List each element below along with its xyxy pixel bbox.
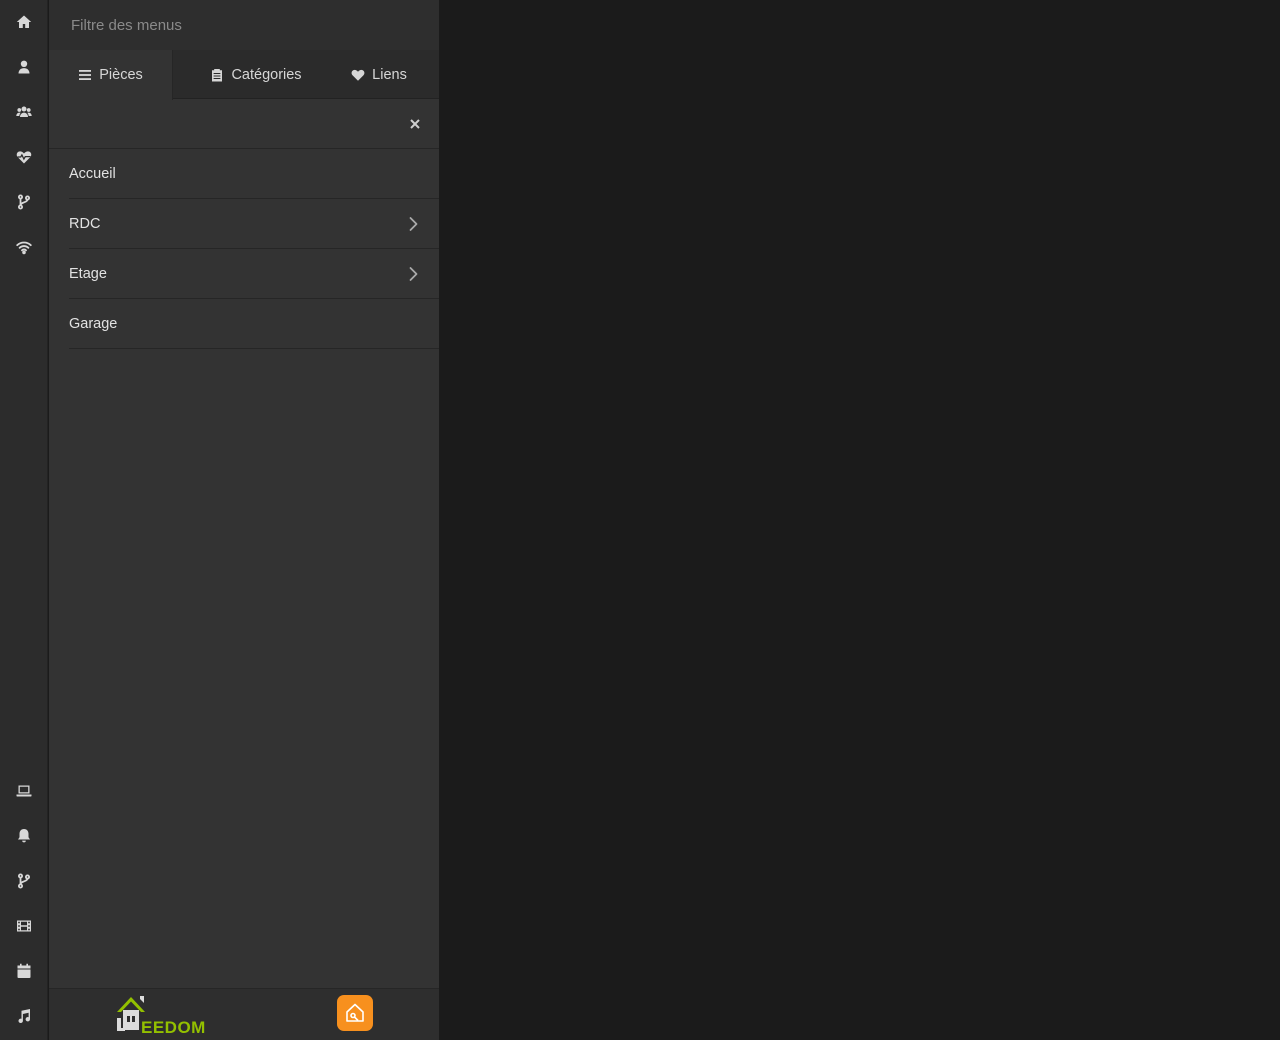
smarthome-app-button[interactable]: [337, 995, 373, 1031]
rail-scenarios-button[interactable]: [0, 180, 48, 224]
room-label: Etage: [69, 265, 107, 282]
rail-display-button[interactable]: [0, 769, 48, 813]
tab-pieces[interactable]: Pièces: [49, 50, 173, 100]
icon-rail: [0, 0, 48, 1040]
tab-pieces-label: Pièces: [99, 67, 143, 83]
room-list: Accueil RDC Etage Garage: [69, 149, 439, 349]
filter-clear-row: [49, 99, 439, 149]
rail-calendar-button[interactable]: [0, 949, 48, 993]
tab-liens[interactable]: Liens: [339, 50, 419, 99]
main-content: [439, 0, 1280, 1040]
panel-footer: EEDOM: [49, 988, 439, 1040]
rail-home-button[interactable]: [0, 0, 48, 44]
bell-icon: [18, 829, 30, 843]
rail-health-button[interactable]: [0, 135, 48, 179]
heartbeat-icon: [16, 151, 32, 164]
jeedom-logo[interactable]: EEDOM: [115, 994, 209, 1037]
heart-icon: [351, 69, 365, 81]
menu-tabs: Pièces Catégories Liens: [49, 50, 439, 100]
room-item-garage[interactable]: Garage: [69, 299, 439, 349]
laptop-icon: [16, 785, 32, 797]
tab-liens-label: Liens: [372, 66, 407, 83]
room-label: Accueil: [69, 165, 116, 182]
tab-categories-label: Catégories: [231, 66, 302, 83]
rail-users-button[interactable]: [0, 90, 48, 134]
rail-network-button[interactable]: [0, 225, 48, 269]
music-icon: [18, 1009, 31, 1024]
users-icon: [16, 106, 32, 117]
home-icon: [16, 15, 32, 28]
room-item-accueil[interactable]: Accueil: [69, 149, 439, 199]
menu-filter-input[interactable]: [49, 0, 439, 50]
rail-notifications-button[interactable]: [0, 814, 48, 858]
chevron-right-icon: [409, 217, 418, 231]
user-icon: [18, 60, 30, 74]
clipboard-icon: [212, 68, 223, 81]
wifi-icon: [16, 241, 32, 255]
code-branch-icon: [18, 194, 30, 210]
room-item-rdc[interactable]: RDC: [69, 199, 439, 249]
expand-etage-button[interactable]: [405, 266, 421, 282]
rail-music-button[interactable]: [0, 994, 48, 1038]
room-label: RDC: [69, 215, 101, 232]
logo-text: EEDOM: [141, 1018, 206, 1037]
rail-scenarios-bottom-button[interactable]: [0, 859, 48, 903]
expand-rdc-button[interactable]: [405, 216, 421, 232]
room-item-etage[interactable]: Etage: [69, 249, 439, 299]
chevron-right-icon: [409, 267, 418, 281]
bars-icon: [79, 70, 92, 80]
close-icon: [410, 119, 420, 129]
rail-video-button[interactable]: [0, 904, 48, 948]
smarthome-app-icon: [346, 1003, 364, 1022]
menu-panel: Pièces Catégories Liens Accueil RDC Etag…: [49, 0, 439, 1040]
rail-user-button[interactable]: [0, 45, 48, 89]
calendar-icon: [17, 963, 31, 978]
clear-filter-button[interactable]: [405, 114, 425, 134]
tab-categories[interactable]: Catégories: [185, 50, 327, 99]
film-icon: [17, 920, 31, 932]
code-branch-icon: [18, 873, 30, 889]
room-label: Garage: [69, 315, 118, 332]
